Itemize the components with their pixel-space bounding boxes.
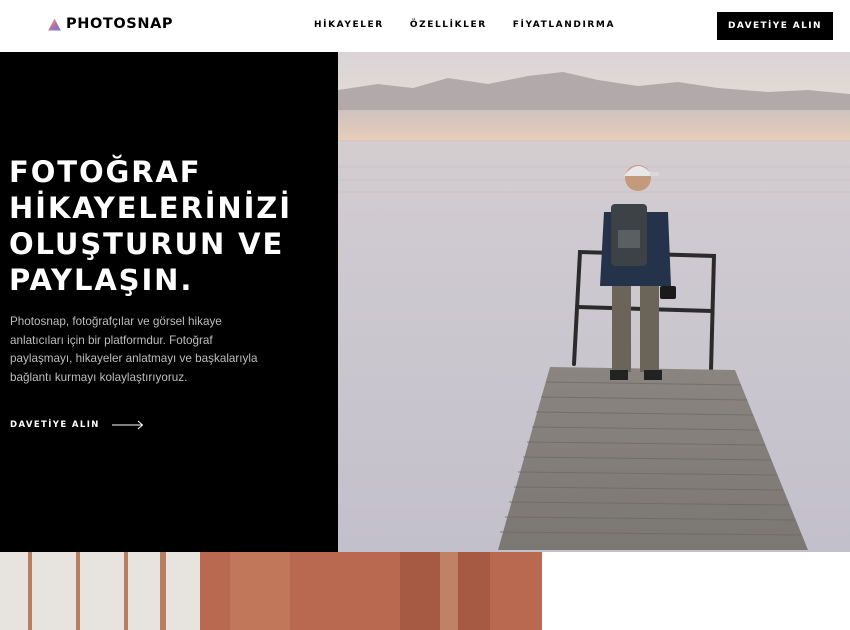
hero-cta-label: DAVETİYE ALIN xyxy=(10,420,100,430)
nav-link-stories[interactable]: HİKAYELER xyxy=(314,20,384,30)
arrow-right-icon xyxy=(111,420,144,430)
hero-image xyxy=(338,52,850,552)
hero-title-line: OLUŞTURUN VE xyxy=(9,227,285,261)
get-invite-button[interactable]: DAVETİYE ALIN xyxy=(717,12,833,40)
brand-logo[interactable]: PHOTOSNAP xyxy=(48,16,173,32)
hero-title: FOTOĞRAF HİKAYELERİNİZİ OLUŞTURUN VE PAY… xyxy=(9,154,329,298)
site-header: PHOTOSNAP HİKAYELER ÖZELLİKLER FİYATLAND… xyxy=(0,0,850,52)
hero-get-invite-link[interactable]: DAVETİYE ALIN xyxy=(10,420,144,430)
triangle-logo-icon xyxy=(48,18,61,30)
main-nav: HİKAYELER ÖZELLİKLER FİYATLANDIRMA xyxy=(314,20,615,30)
hero-title-line: HİKAYELERİNİZİ xyxy=(9,191,292,225)
hero-title-line: FOTOĞRAF xyxy=(9,155,202,189)
hero-title-line: PAYLAŞIN. xyxy=(9,263,194,297)
hero-description: Photosnap, fotoğrafçılar ve görsel hikay… xyxy=(10,315,258,385)
nav-link-features[interactable]: ÖZELLİKLER xyxy=(410,20,487,30)
secondary-image xyxy=(0,552,542,630)
hero-text-panel: FOTOĞRAF HİKAYELERİNİZİ OLUŞTURUN VE PAY… xyxy=(0,52,338,552)
brand-name: PHOTOSNAP xyxy=(66,16,174,32)
nav-link-pricing[interactable]: FİYATLANDIRMA xyxy=(513,20,615,30)
